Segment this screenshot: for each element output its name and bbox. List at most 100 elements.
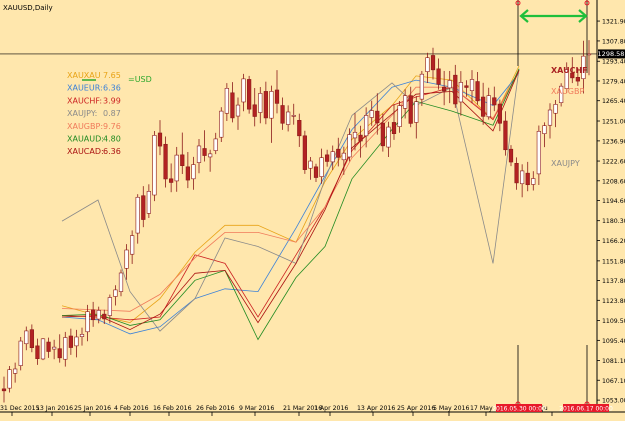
- candle: [586, 40, 592, 76]
- candle: [208, 149, 213, 172]
- price-chart[interactable]: XAUUSD,Daily 1321.90 1307.80 1293.40 1279.4…: [0, 0, 625, 421]
- candle-body-up: [520, 170, 525, 185]
- candle: [191, 156, 196, 190]
- candle-body-up: [24, 330, 29, 345]
- candle-body-up: [419, 73, 424, 100]
- candle: [163, 136, 168, 188]
- index-line-4: [61, 71, 520, 312]
- candle: [247, 75, 252, 114]
- price-tick-label: 1251.00: [602, 119, 625, 126]
- candle-body-down: [91, 309, 96, 321]
- candle-body-up: [425, 57, 430, 72]
- candle-body-down: [313, 166, 319, 178]
- candle: [375, 93, 380, 135]
- candle-body-up: [196, 145, 202, 163]
- candle-body-up: [397, 105, 402, 127]
- candle: [380, 113, 385, 152]
- candle-body-down: [475, 81, 480, 102]
- candle-body-down: [358, 134, 363, 142]
- range-arrow[interactable]: [519, 9, 588, 23]
- candle: [196, 139, 202, 174]
- candle: [508, 145, 514, 167]
- price-tick-label: 1180.30: [602, 218, 625, 225]
- candle: [442, 70, 447, 106]
- candle-body-up: [224, 88, 229, 114]
- label-xaujpy: XAUJPY: [551, 159, 580, 168]
- time-tick-label: 26 Feb 2016: [196, 405, 235, 412]
- candle-body-up: [107, 297, 112, 316]
- candle: [514, 157, 519, 190]
- legend-name: XAUGBP:: [67, 122, 103, 131]
- candle-body-down: [575, 77, 580, 82]
- candle-body-up: [542, 125, 547, 134]
- candle-body-down: [525, 172, 530, 186]
- current-price-tag: 1298.58: [598, 50, 625, 58]
- candle-body-up: [553, 104, 558, 114]
- candle-body-up: [403, 95, 408, 109]
- candle: [531, 171, 536, 191]
- candle: [274, 70, 280, 114]
- candle-body-up: [369, 110, 374, 118]
- candle: [146, 184, 151, 218]
- candle-body-down: [492, 97, 497, 106]
- candle-body-up: [235, 104, 241, 117]
- legend-value: 4.80: [103, 135, 121, 144]
- candle-body-up: [124, 249, 129, 269]
- candle: [330, 145, 335, 171]
- candle-body-up: [213, 138, 218, 151]
- candle-body-down: [380, 122, 385, 147]
- price-tick-label: 1123.80: [602, 298, 625, 305]
- price-tick-label: 1279.40: [602, 78, 625, 85]
- candle: [319, 148, 324, 184]
- candle-body-up: [52, 346, 57, 350]
- candle: [219, 107, 224, 143]
- candle: [29, 324, 34, 353]
- legend-name: XAUEUR:: [67, 84, 103, 93]
- label-xaugbp: XAUGBP: [551, 87, 584, 96]
- candle: [386, 121, 391, 157]
- candle: [553, 100, 558, 128]
- price-tick-label: 1095.40: [602, 338, 625, 345]
- time-tick-label: 13 Apr 2016: [357, 405, 395, 412]
- candle-body-down: [230, 92, 235, 119]
- index-line-6: [61, 70, 520, 331]
- candle-body-down: [169, 178, 174, 183]
- candle: [141, 186, 146, 228]
- legend-value: 6.36: [103, 147, 121, 156]
- candle: [213, 132, 218, 155]
- candle-body-down: [375, 110, 380, 124]
- candle-body-up: [269, 91, 274, 119]
- candle: [520, 164, 525, 198]
- candle-body-down: [297, 120, 302, 137]
- candle-body-up: [13, 368, 18, 374]
- candle-body-up: [130, 235, 135, 255]
- candle-body-down: [436, 68, 441, 85]
- candle-body-up: [79, 333, 85, 337]
- candle: [308, 156, 313, 180]
- chart-window: XAUUSD,Daily 1321.90 1307.80 1293.40 1279.4…: [0, 0, 625, 421]
- candle-body-up: [347, 134, 352, 158]
- candle-body-down: [102, 313, 107, 320]
- price-tick-label: 1166.20: [602, 238, 625, 245]
- candle: [52, 339, 57, 360]
- candle-body-down: [274, 89, 280, 104]
- candle: [391, 104, 397, 140]
- price-tick-label: 1053.00: [602, 398, 625, 405]
- candle-body-up: [118, 272, 124, 292]
- index-line-5: [61, 68, 520, 341]
- candle: [280, 97, 285, 130]
- candle: [252, 88, 257, 127]
- time-tick-label: 25 Jan 2016: [74, 405, 111, 412]
- candle: [152, 131, 157, 202]
- candle-body-down: [497, 103, 502, 124]
- candle-body-up: [352, 131, 358, 139]
- candle: [235, 97, 241, 130]
- candle-body-up: [386, 126, 391, 148]
- candle-body-down: [408, 95, 413, 124]
- candle: [430, 47, 436, 80]
- candle-body-down: [35, 345, 40, 359]
- candle-body-up: [536, 130, 541, 175]
- index-line-0: [61, 65, 520, 324]
- candle-body-up: [191, 164, 196, 180]
- candle-body-up: [74, 336, 79, 347]
